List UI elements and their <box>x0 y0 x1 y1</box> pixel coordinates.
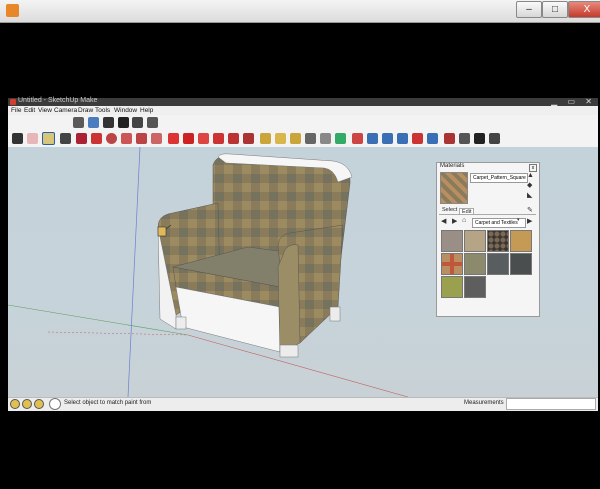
window-title: Untitled - SketchUp Make <box>18 97 98 104</box>
material-preview-swatch <box>440 172 468 204</box>
chair-leg <box>329 306 341 322</box>
user-icon[interactable] <box>34 399 44 409</box>
zoom-window-icon[interactable] <box>397 133 408 144</box>
sketchup-logo-icon <box>10 99 16 105</box>
menu-view[interactable]: View <box>38 106 52 115</box>
materials-panel-title: Materials <box>440 163 465 169</box>
push-pull-icon[interactable] <box>183 133 194 144</box>
rectangle-icon[interactable] <box>76 133 87 144</box>
share-icon[interactable] <box>118 117 129 128</box>
default-material-icon[interactable]: ◣ <box>527 191 532 199</box>
menu-draw[interactable]: Draw <box>78 106 93 115</box>
outer-title-bar <box>0 0 600 23</box>
scale-icon[interactable] <box>228 133 239 144</box>
protractor-icon[interactable] <box>290 133 301 144</box>
menu-edit[interactable]: Edit <box>24 106 35 115</box>
chair-leg <box>175 316 187 330</box>
measurements-label: Measurements <box>464 400 504 406</box>
geo-location-icon[interactable] <box>10 399 20 409</box>
look-around-icon[interactable] <box>459 133 470 144</box>
home-icon[interactable]: ⌂ <box>462 217 466 224</box>
forward-arrow-icon[interactable]: ▶ <box>452 217 457 225</box>
tab-divider <box>439 214 536 215</box>
material-swatch-carpet-green-moss[interactable] <box>441 276 463 298</box>
menu-file[interactable]: File <box>11 106 21 115</box>
freehand-icon[interactable] <box>151 133 162 144</box>
material-name-field[interactable]: Carpet_Pattern_Square <box>470 173 528 183</box>
menu-tools[interactable]: Tools <box>95 106 110 115</box>
orbit-icon[interactable] <box>352 133 363 144</box>
material-swatch-carpet-tan[interactable] <box>510 230 532 252</box>
select-icon[interactable] <box>12 133 23 144</box>
menu-window[interactable]: Window <box>114 106 137 115</box>
position-camera-icon[interactable] <box>444 133 455 144</box>
get-started-icon[interactable] <box>73 117 84 128</box>
back-arrow-icon[interactable]: ◀ <box>441 217 446 225</box>
measurements-input[interactable] <box>506 398 596 410</box>
component-icon[interactable] <box>60 133 71 144</box>
pan-icon[interactable] <box>367 133 378 144</box>
rotate-icon[interactable] <box>198 133 209 144</box>
inner-window-buttons[interactable]: ▁ ▭ ✕ <box>551 97 596 106</box>
material-swatch-carpet-beige[interactable] <box>464 230 486 252</box>
polygon-icon[interactable] <box>136 133 147 144</box>
credits-icon[interactable] <box>22 399 32 409</box>
blue-axis <box>127 147 141 397</box>
text-icon[interactable] <box>305 133 316 144</box>
3d-text-icon[interactable] <box>335 133 346 144</box>
menu-camera[interactable]: Camera <box>54 106 77 115</box>
maximize-button[interactable]: □ <box>542 1 568 18</box>
material-swatch-carpet-dark-pattern[interactable] <box>487 230 509 252</box>
move-icon[interactable] <box>168 133 179 144</box>
minimize-button[interactable]: – <box>516 1 542 18</box>
app-icon <box>6 4 19 17</box>
help-icon[interactable] <box>49 398 61 410</box>
arc-icon[interactable] <box>121 133 132 144</box>
menu-help[interactable]: Help <box>140 106 153 115</box>
panel-close-button[interactable]: x <box>529 164 537 172</box>
warehouse-icon[interactable] <box>103 117 114 128</box>
previous-view-icon[interactable] <box>427 133 438 144</box>
material-swatch-carpet-pattern-square[interactable] <box>441 253 463 275</box>
zoom-icon[interactable] <box>382 133 393 144</box>
material-swatch-carpet-gray-loop[interactable] <box>441 230 463 252</box>
paint-bucket-icon[interactable] <box>42 132 55 145</box>
status-text: Select object to match paint from <box>64 400 152 406</box>
close-button[interactable]: X <box>568 1 600 18</box>
eyedropper-icon[interactable]: ✎ <box>527 206 533 214</box>
chevron-down-icon[interactable]: ▾ <box>517 217 520 223</box>
display-secondary-pane-icon[interactable]: ▲ <box>527 172 534 179</box>
home-icon[interactable] <box>132 117 143 128</box>
offset-icon[interactable] <box>243 133 254 144</box>
dimension-icon[interactable] <box>275 133 286 144</box>
chair-leg <box>279 344 299 358</box>
material-swatch-carpet-olive[interactable] <box>464 253 486 275</box>
extension-icon[interactable] <box>147 117 158 128</box>
walk-icon[interactable] <box>474 133 485 144</box>
red-axis <box>187 334 409 397</box>
tab-select[interactable]: Select <box>442 207 457 213</box>
create-material-icon[interactable]: ◆ <box>527 181 532 189</box>
circle-icon[interactable] <box>106 133 117 144</box>
details-arrow-icon[interactable]: ▶ <box>527 217 532 225</box>
large-tool-set-icon[interactable] <box>88 117 99 128</box>
follow-me-icon[interactable] <box>213 133 224 144</box>
section-plane-icon[interactable] <box>489 133 500 144</box>
tape-measure-icon[interactable] <box>260 133 271 144</box>
material-swatch-carpet-charcoal[interactable] <box>510 253 532 275</box>
material-swatch-carpet-dark-gray[interactable] <box>464 276 486 298</box>
axes-icon[interactable] <box>320 133 331 144</box>
line-icon[interactable] <box>91 133 102 144</box>
zoom-extents-icon[interactable] <box>412 133 423 144</box>
material-swatch-carpet-slate[interactable] <box>487 253 509 275</box>
eraser-icon[interactable] <box>27 133 38 144</box>
